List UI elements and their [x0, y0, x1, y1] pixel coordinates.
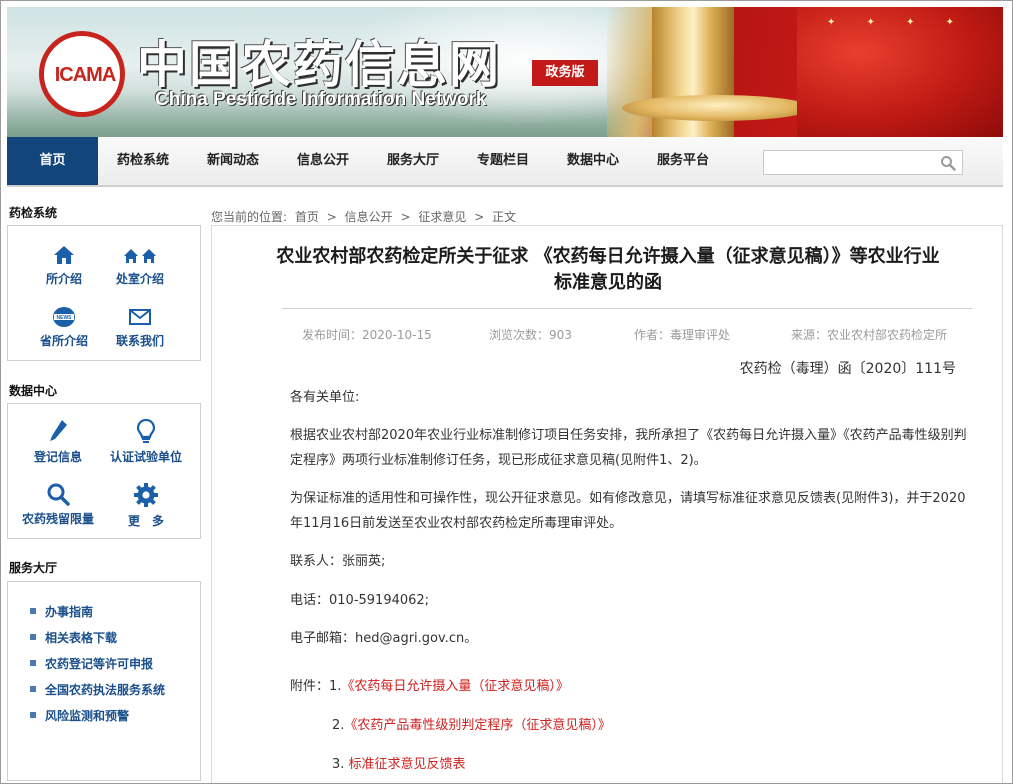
pencil-icon: [50, 420, 67, 441]
sidebar-title-service-hall: 服务大厅: [9, 561, 58, 575]
sidebar-item-label: 处室介绍: [115, 272, 164, 286]
bullet-square-icon: [30, 659, 36, 666]
bullet-square-icon: [30, 633, 36, 640]
bullet-square-icon: [30, 711, 36, 718]
search-icon[interactable]: [940, 155, 956, 171]
attachment-link[interactable]: 标准征求意见反馈表: [349, 757, 466, 772]
attachments-label: 附件：: [290, 679, 330, 694]
sidebar-item-register-info[interactable]: 登记信息: [12, 418, 104, 465]
nav-item-service-hall[interactable]: 服务大厅: [376, 137, 450, 185]
article-paragraph-1: 根据农业农村部2020年农业行业标准制修订项目任务安排，我所承担了《农药每日允许…: [290, 428, 967, 468]
banner-stars: ✦ ✦ ✦ ✦: [827, 17, 969, 28]
nav-item-topics[interactable]: 专题栏目: [466, 137, 540, 185]
list-item-label: 农药登记等许可申报: [45, 657, 154, 671]
article-email: 电子邮箱：hed@agri.gov.cn。: [290, 631, 478, 646]
homes-icon: [124, 249, 156, 263]
list-item-label: 全国农药执法服务系统: [45, 683, 166, 697]
site-title-cn: 中国农药信息网: [137, 36, 501, 94]
sidebar-title-data-center: 数据中心: [9, 384, 58, 398]
nav-item-home[interactable]: 首页: [7, 137, 98, 185]
sidebar-item-label: 认证试验单位: [109, 450, 182, 464]
gov-edition-badge: 政务版: [532, 60, 598, 86]
search-input[interactable]: [763, 150, 963, 175]
breadcrumb-item-current: 正文: [492, 210, 517, 224]
sidebar-box-yaojian: 所介绍 处室介绍 NEWS 省所介绍 联系我们: [7, 225, 201, 361]
sidebar-item-label: 登记信息: [33, 450, 82, 464]
list-item[interactable]: 风险监测和预警: [30, 707, 129, 724]
breadcrumb-separator: >: [326, 210, 337, 224]
breadcrumb-separator: >: [400, 210, 411, 224]
breadcrumb-item-info[interactable]: 信息公开: [345, 210, 393, 224]
article-greeting: 各有关单位:: [290, 390, 360, 405]
sidebar-item-label: 联系我们: [115, 334, 164, 348]
sidebar-item-contact[interactable]: 联系我们: [94, 306, 186, 349]
sidebar-item-residue-limit[interactable]: 农药残留限量: [12, 482, 104, 527]
bullet-square-icon: [30, 685, 36, 692]
meta-date: 发布时间：2020-10-15: [302, 328, 432, 342]
attachment-link[interactable]: 《农药每日允许摄入量（征求意见稿）》: [341, 679, 569, 694]
attachment-row-2: 2.《农药产品毒性级别判定程序（征求意见稿）》: [290, 713, 970, 738]
breadcrumb: 您当前的位置: 首页 > 信息公开 > 征求意见 > 正文: [211, 208, 520, 225]
lightbulb-icon: [136, 418, 156, 443]
article-title: 农业农村部农药检定所关于征求 《农药每日允许摄入量（征求意见稿）》等农业行业 标…: [226, 244, 990, 296]
site-logo[interactable]: ICAMA: [39, 31, 125, 117]
attachment-link[interactable]: 《农药产品毒性级别判定程序（征求意见稿）》: [344, 718, 611, 733]
article-contact: 联系人：张丽英;: [290, 554, 386, 569]
gear-icon: [134, 483, 158, 507]
sidebar-box-data-center: 登记信息 认证试验单位 农药残留限量 更 多: [7, 403, 201, 539]
site-title-en: China Pesticide Information Network: [155, 89, 487, 110]
nav-item-news[interactable]: 新闻动态: [196, 137, 270, 185]
sidebar-item-cert-unit[interactable]: 认证试验单位: [100, 418, 192, 465]
nav-item-info-public[interactable]: 信息公开: [286, 137, 360, 185]
list-item[interactable]: 全国农药执法服务系统: [30, 681, 165, 698]
breadcrumb-item-home[interactable]: 首页: [295, 210, 319, 224]
banner-pillar-cap: [622, 95, 812, 121]
article-panel: 农业农村部农药检定所关于征求 《农药每日允许摄入量（征求意见稿）》等农业行业 标…: [211, 225, 1003, 783]
nav-item-yaojian[interactable]: 药检系统: [106, 137, 180, 185]
article-paragraph-2: 为保证标准的适用性和可操作性，现公开征求意见。如有修改意见，请填写标准征求意见反…: [290, 491, 966, 531]
nav-item-service-platform[interactable]: 服务平台: [646, 137, 720, 185]
document-number: 农药检（毒理）函〔2020〕111号: [739, 361, 956, 377]
attachment-row-1: 附件：1.《农药每日允许摄入量（征求意见稿）》: [290, 674, 970, 699]
list-item-label: 办事指南: [45, 605, 94, 619]
list-item[interactable]: 农药登记等许可申报: [30, 655, 153, 672]
logo-text: ICAMA: [54, 64, 117, 86]
search-icon: [47, 483, 70, 506]
sidebar-title-yaojian: 药检系统: [9, 206, 58, 220]
sidebar-item-label: 农药残留限量: [21, 512, 94, 526]
page-frame: ✦ ✦ ✦ ✦ ICAMA 中国农药信息网 China Pesticide In…: [0, 0, 1013, 784]
attachment-number: 1.: [329, 679, 342, 694]
attachment-row-3: 3. 标准征求意见反馈表: [290, 752, 970, 777]
list-item[interactable]: 相关表格下载: [30, 629, 117, 646]
article-title-line1: 农业农村部农药检定所关于征求 《农药每日允许摄入量（征求意见稿）》等农业行业: [276, 246, 940, 267]
article-phone: 电话：010-59194062;: [290, 593, 430, 608]
sidebar-item-more[interactable]: 更 多: [100, 482, 192, 529]
meta-views: 浏览次数：903: [489, 328, 572, 342]
title-divider: [282, 308, 972, 309]
nav-item-data-center[interactable]: 数据中心: [556, 137, 630, 185]
bullet-square-icon: [30, 607, 36, 614]
sidebar-item-chushi[interactable]: 处室介绍: [94, 244, 186, 287]
attachment-number: 2.: [332, 718, 345, 733]
svg-text:NEWS: NEWS: [57, 315, 73, 321]
article-title-line2: 标准意见的函: [554, 272, 662, 293]
sidebar-item-label: 更 多: [127, 514, 164, 528]
meta-author: 作者：毒理审评处: [634, 328, 731, 342]
sidebar-box-service-hall: 办事指南 相关表格下载 农药登记等许可申报 全国农药执法服务系统 风险监测和预警: [7, 581, 201, 781]
list-item[interactable]: 办事指南: [30, 603, 93, 620]
meta-source: 来源：农业农村部农药检定所: [791, 328, 948, 342]
mail-icon: [129, 309, 151, 325]
main-nav: 首页 药检系统 新闻动态 信息公开 服务大厅 专题栏目 数据中心 服务平台: [7, 137, 1003, 187]
list-item-label: 风险监测和预警: [45, 709, 130, 723]
home-icon: [54, 246, 74, 264]
list-item-label: 相关表格下载: [45, 631, 118, 645]
breadcrumb-separator: >: [474, 210, 485, 224]
breadcrumb-item-comments[interactable]: 征求意见: [418, 210, 466, 224]
attachment-number: 3.: [332, 757, 345, 772]
breadcrumb-prefix: 您当前的位置:: [211, 210, 288, 224]
news-globe-icon: NEWS: [53, 307, 75, 327]
